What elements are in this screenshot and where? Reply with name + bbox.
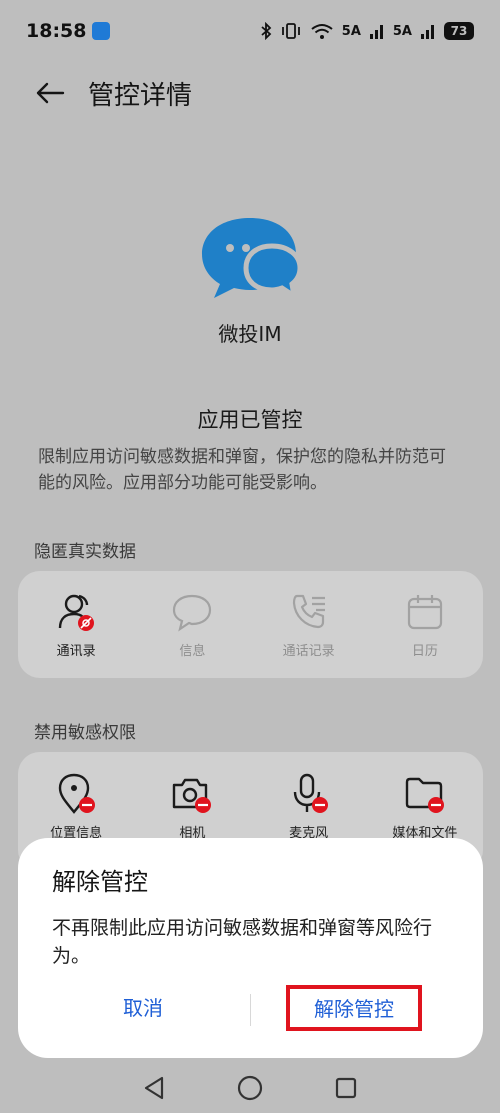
nav-back-icon[interactable]: [139, 1073, 169, 1103]
permission-item-microphone[interactable]: 麦克风: [251, 772, 367, 841]
disabled-permissions-section-label: 禁用敏感权限: [34, 723, 136, 743]
release-control-dialog: 解除管控 不再限制此应用访问敏感数据和弹窗等风险行为。 取消 解除管控: [18, 838, 483, 1058]
calendar-icon: [403, 590, 447, 634]
page-title: 管控详情: [88, 80, 193, 111]
permission-item-media-files[interactable]: 媒体和文件: [367, 772, 483, 841]
call-log-icon: [287, 590, 331, 634]
nav-recents-icon[interactable]: [331, 1073, 361, 1103]
hidden-item-label: 通话记录: [282, 644, 335, 659]
status-time-group: 18:58: [26, 20, 111, 42]
permission-item-location[interactable]: 位置信息: [18, 772, 134, 841]
dialog-title: 解除管控: [52, 868, 148, 896]
app-logo-icon: [202, 218, 303, 302]
app-info: 微投IM: [0, 214, 500, 347]
system-nav-bar: [0, 1062, 500, 1113]
network-type-2: 5A: [392, 23, 412, 39]
status-indicators: 5A 5A 73: [260, 22, 474, 40]
signal-icon-1: [369, 25, 383, 39]
vibrate-icon: [281, 23, 300, 39]
status-bar: 18:58 5A 5A 73: [0, 0, 500, 62]
nav-home-icon[interactable]: [235, 1073, 265, 1103]
cancel-button[interactable]: 取消: [73, 988, 213, 1028]
hidden-item-calendar[interactable]: 日历: [367, 571, 483, 678]
hidden-item-messages[interactable]: 信息: [134, 571, 250, 678]
message-icon: [170, 590, 214, 634]
hidden-data-section-label: 隐匿真实数据: [34, 542, 136, 562]
button-divider: [250, 994, 251, 1026]
app-name: 微投IM: [218, 322, 282, 346]
wifi-icon: [311, 24, 333, 39]
hidden-item-call-log[interactable]: 通话记录: [251, 571, 367, 678]
hidden-data-card: 通讯录 信息 通话记录 日历: [18, 571, 483, 678]
release-control-button[interactable]: 解除管控: [286, 985, 422, 1031]
hidden-item-label: 日历: [411, 644, 438, 659]
permission-item-camera[interactable]: 相机: [134, 772, 250, 841]
signal-icon-2: [421, 25, 434, 39]
network-type-1: 5A: [341, 23, 361, 39]
hidden-item-label: 信息: [179, 644, 206, 659]
title-bar: 管控详情: [0, 70, 500, 116]
folder-icon: [403, 772, 447, 816]
hidden-item-contacts[interactable]: 通讯录: [18, 571, 134, 678]
microphone-icon: [287, 772, 331, 816]
camera-icon: [170, 772, 214, 816]
dialog-message: 不再限制此应用访问敏感数据和弹窗等风险行为。: [52, 917, 433, 967]
location-icon: [54, 772, 98, 816]
control-status-description: 限制应用访问敏感数据和弹窗，保护您的隐私并防范可能的风险。应用部分功能可能受影响…: [38, 447, 446, 493]
status-time: 18:58: [26, 20, 87, 42]
notification-app-icon: [92, 22, 111, 40]
dialog-button-row: 取消 解除管控: [18, 985, 483, 1032]
hidden-item-label: 通讯录: [56, 644, 96, 659]
contacts-icon: [54, 590, 98, 634]
control-status-heading: 应用已管控: [197, 408, 303, 432]
bluetooth-icon: [261, 22, 272, 40]
back-arrow-icon[interactable]: [34, 77, 66, 109]
battery-indicator: 73: [444, 22, 474, 40]
